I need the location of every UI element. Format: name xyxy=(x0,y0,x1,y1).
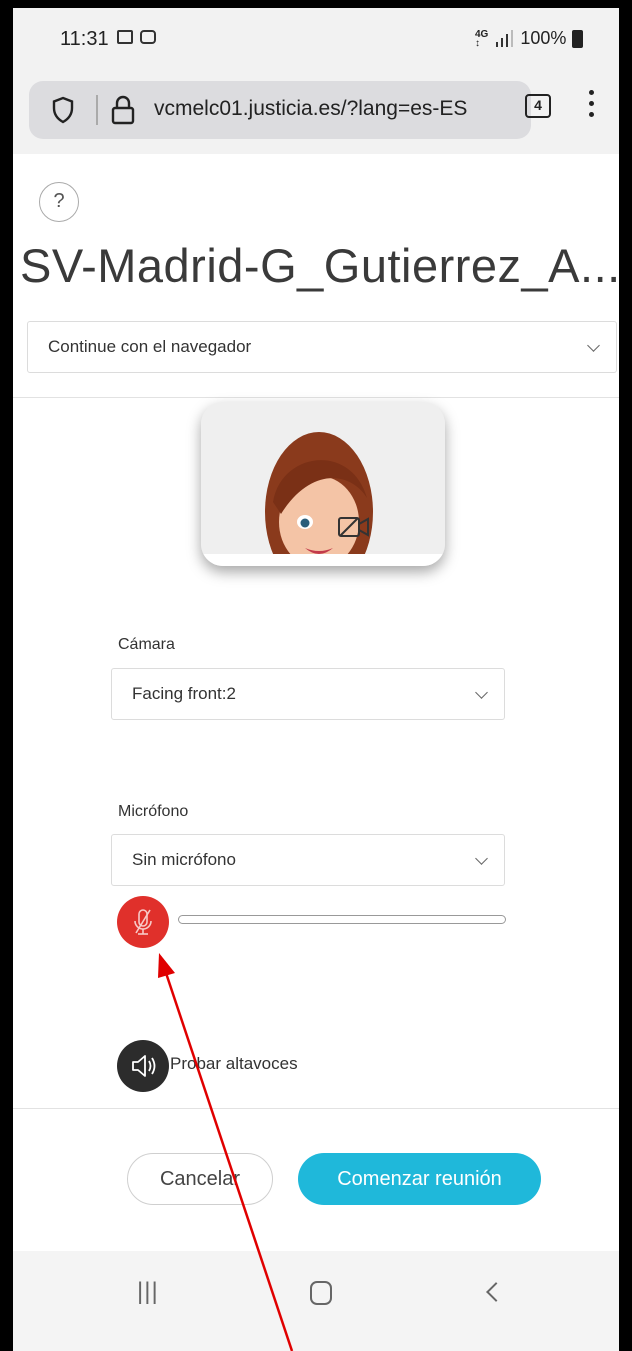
signal-icon xyxy=(496,29,514,47)
battery-icon xyxy=(572,29,584,48)
video-preview xyxy=(201,402,445,566)
meeting-title: SV-Madrid-G_Gutierrez_A... xyxy=(20,239,619,292)
camera-off-icon xyxy=(338,517,369,537)
browser-menu-button[interactable] xyxy=(589,90,595,123)
mic-level-meter xyxy=(178,915,506,924)
home-button[interactable] xyxy=(310,1281,332,1305)
shield-icon[interactable] xyxy=(51,96,75,124)
avatar xyxy=(201,402,445,566)
phone-screen: 11:31 4G ↕ 100% vcmelc01.justicia.es/?la… xyxy=(13,8,619,1351)
network-type-icon: 4G ↕ xyxy=(475,29,488,49)
tab-switcher-button[interactable]: 4 xyxy=(525,94,551,118)
status-bar: 11:31 4G ↕ 100% xyxy=(13,8,619,72)
speaker-test-label[interactable]: Probar altavoces xyxy=(170,1054,298,1074)
recent-apps-button[interactable]: ||| xyxy=(137,1278,159,1306)
mic-mute-button[interactable] xyxy=(117,896,169,948)
back-button[interactable] xyxy=(486,1282,506,1302)
camera-label: Cámara xyxy=(118,636,175,653)
status-right: 4G ↕ 100% xyxy=(475,28,584,49)
message-notification-icon xyxy=(140,30,156,44)
speaker-test-button[interactable] xyxy=(117,1040,169,1092)
frame-border-top xyxy=(0,0,632,8)
address-separator xyxy=(96,95,98,125)
url-text[interactable]: vcmelc01.justicia.es/?lang=es-ES xyxy=(154,97,524,121)
camera-value: Facing front:2 xyxy=(132,684,236,703)
camera-select[interactable]: Facing front:2 xyxy=(111,668,505,720)
gallery-notification-icon xyxy=(117,30,133,44)
start-meeting-button[interactable]: Comenzar reunión xyxy=(298,1153,541,1205)
join-mode-value: Continue con el navegador xyxy=(48,337,252,356)
battery-percent: 100% xyxy=(520,28,567,48)
network-activity-label: ↕ xyxy=(475,37,480,49)
chevron-down-icon xyxy=(475,852,488,865)
browser-toolbar: vcmelc01.justicia.es/?lang=es-ES 4 xyxy=(13,72,619,154)
help-button[interactable]: ? xyxy=(39,182,79,222)
mic-off-icon xyxy=(134,909,152,935)
mic-value: Sin micrófono xyxy=(132,850,236,869)
mic-select[interactable]: Sin micrófono xyxy=(111,834,505,886)
frame-border-left xyxy=(0,0,13,1351)
chevron-down-icon xyxy=(587,339,600,352)
speaker-icon xyxy=(132,1055,156,1077)
system-nav-bar: ||| xyxy=(13,1251,619,1351)
lock-icon[interactable] xyxy=(111,95,135,125)
mic-label: Micrófono xyxy=(118,803,189,820)
status-time: 11:31 xyxy=(60,28,109,50)
frame-border-right xyxy=(619,0,632,1351)
divider xyxy=(13,397,619,398)
address-bar[interactable]: vcmelc01.justicia.es/?lang=es-ES xyxy=(29,81,531,139)
screenshot-frame: 11:31 4G ↕ 100% vcmelc01.justicia.es/?la… xyxy=(0,0,632,1351)
join-mode-select[interactable]: Continue con el navegador xyxy=(27,321,617,373)
chevron-down-icon xyxy=(475,686,488,699)
cancel-button[interactable]: Cancelar xyxy=(127,1153,273,1205)
divider xyxy=(13,1108,619,1109)
